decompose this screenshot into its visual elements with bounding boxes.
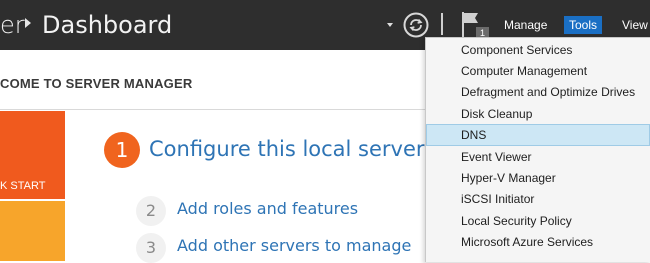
header-divider	[441, 13, 443, 35]
step-1-number: 1	[104, 132, 140, 168]
page-title: Dashboard	[42, 11, 173, 39]
add-roles-features-link[interactable]: Add roles and features	[177, 199, 358, 218]
quick-start-label: K START	[0, 180, 46, 192]
add-servers-link[interactable]: Add other servers to manage	[177, 236, 411, 255]
tools-dropdown-menu: Component Services Computer Management D…	[425, 37, 650, 262]
menu-item-dns[interactable]: DNS	[426, 124, 650, 146]
breadcrumb-parent[interactable]: er	[0, 11, 25, 39]
menu-item-local-security-policy[interactable]: Local Security Policy	[427, 211, 649, 231]
menu-item-azure-services[interactable]: Microsoft Azure Services	[427, 232, 649, 252]
welcome-title: COME TO SERVER MANAGER	[0, 76, 193, 91]
menu-item-hyper-v-manager[interactable]: Hyper-V Manager	[427, 168, 649, 188]
quick-start-tile[interactable]: K START	[0, 111, 65, 199]
configure-local-server-link[interactable]: Configure this local server	[149, 137, 425, 161]
refresh-icon[interactable]	[403, 12, 429, 38]
tools-menu-button[interactable]: Tools	[564, 16, 603, 34]
breadcrumb-separator-icon	[25, 18, 31, 28]
menu-item-computer-management[interactable]: Computer Management	[427, 61, 649, 81]
menu-item-disk-cleanup[interactable]: Disk Cleanup	[427, 104, 649, 124]
welcome-bar: COME TO SERVER MANAGER	[0, 55, 425, 110]
whats-new-tile[interactable]	[0, 201, 65, 261]
step-2-number: 2	[136, 196, 166, 226]
menu-item-defragment-drives[interactable]: Defragment and Optimize Drives	[427, 82, 649, 102]
view-menu[interactable]: View	[617, 16, 650, 34]
menu-item-iscsi-initiator[interactable]: iSCSI Initiator	[427, 189, 649, 209]
chevron-down-icon[interactable]	[387, 23, 393, 27]
step-3-number: 3	[136, 233, 166, 263]
menu-item-event-viewer[interactable]: Event Viewer	[427, 147, 649, 167]
menu-item-component-services[interactable]: Component Services	[427, 40, 649, 60]
manage-menu[interactable]: Manage	[499, 16, 552, 34]
